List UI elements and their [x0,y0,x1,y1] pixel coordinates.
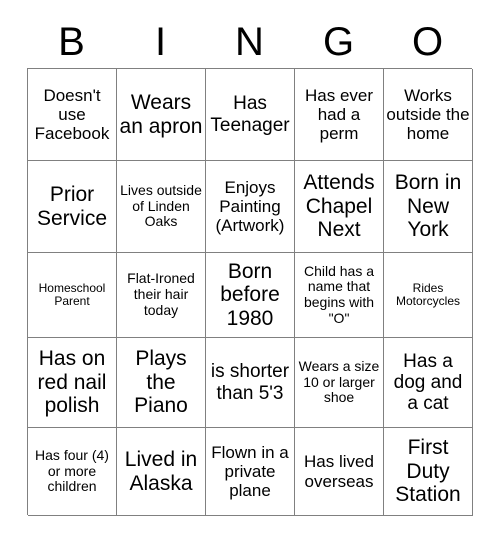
bingo-cell-r4c2[interactable]: Plays the Piano [117,338,206,428]
bingo-cell-label: Has on red nail polish [37,347,107,418]
bingo-cell-label: First Duty Station [395,436,461,507]
bingo-cell-r1c4[interactable]: Has ever had a perm [295,69,384,161]
bingo-cell-r2c3[interactable]: Enjoys Painting (Artwork) [206,161,295,253]
bingo-header-row: B I N G O [27,16,472,68]
bingo-cell-label: Lived in Alaska [124,447,198,495]
bingo-header-letter-i: I [154,20,167,64]
bingo-cell-r1c5[interactable]: Works outside the home [384,69,473,161]
bingo-cell-label: Has four (4) or more children [35,446,109,495]
bingo-cell-label: Works outside the home [386,85,470,144]
bingo-cell-label: Wears an apron [119,90,203,138]
bingo-header-letter-g: G [322,20,355,64]
bingo-cell-r1c3[interactable]: Has Teenager [206,69,295,161]
bingo-cell-label: Born in New York [394,171,462,242]
bingo-grid: Doesn't use Facebook Wears an apron Has Te… [27,68,473,516]
bingo-cell-r2c1[interactable]: Prior Service [28,161,117,253]
bingo-cell-r5c5[interactable]: First Duty Station [384,428,473,516]
bingo-header-letter-b: B [58,20,85,64]
bingo-cell-label: Enjoys Painting (Artwork) [215,177,285,236]
bingo-cell-r5c3[interactable]: Flown in a private plane [206,428,295,516]
bingo-cell-r3c3[interactable]: Born before 1980 [206,253,295,338]
bingo-cell-r3c2[interactable]: Flat-Ironed their hair today [117,253,206,338]
bingo-header-letter-o: O [411,20,444,64]
bingo-cell-label: Wears a size 10 or larger shoe [298,357,380,406]
bingo-cell-label: is shorter than 5'3 [210,361,290,404]
bingo-cell-r2c5[interactable]: Born in New York [384,161,473,253]
bingo-cell-r3c4[interactable]: Child has a name that begins with "O" [295,253,384,338]
bingo-cell-label: Prior Service [36,182,108,230]
bingo-cell-label: Flown in a private plane [211,442,289,501]
bingo-cell-label: Homeschool Parent [38,280,106,308]
bingo-cell-label: Has a dog and a cat [393,350,463,415]
bingo-cell-r1c1[interactable]: Doesn't use Facebook [28,69,117,161]
bingo-cell-label: Born before 1980 [220,259,280,330]
bingo-cell-label: Attends Chapel Next [303,171,375,242]
bingo-cell-r4c4[interactable]: Wears a size 10 or larger shoe [295,338,384,428]
bingo-cell-label: Plays the Piano [134,347,188,418]
bingo-cell-label: Rides Motorcycles [395,280,460,308]
bingo-cell-label: Flat-Ironed their hair today [127,270,195,318]
bingo-cell-r2c4[interactable]: Attends Chapel Next [295,161,384,253]
bingo-cell-r2c2[interactable]: Lives outside of Linden Oaks [117,161,206,253]
bingo-cell-r4c1[interactable]: Has on red nail polish [28,338,117,428]
bingo-cell-r5c1[interactable]: Has four (4) or more children [28,428,117,516]
bingo-cell-label: Has ever had a perm [304,85,374,144]
bingo-cell-label: Doesn't use Facebook [34,85,110,144]
bingo-cell-r4c5[interactable]: Has a dog and a cat [384,338,473,428]
bingo-card: B I N G O Doesn't use Facebook Wears an a… [0,0,500,544]
bingo-cell-r5c2[interactable]: Lived in Alaska [117,428,206,516]
bingo-cell-r4c3[interactable]: is shorter than 5'3 [206,338,295,428]
bingo-cell-r3c1[interactable]: Homeschool Parent [28,253,117,338]
bingo-cell-label: Child has a name that begins with "O" [303,262,375,326]
bingo-header-letter-n: N [235,20,264,64]
bingo-cell-label: Lives outside of Linden Oaks [120,181,202,230]
bingo-cell-label: Has lived overseas [304,452,374,491]
bingo-cell-r3c5[interactable]: Rides Motorcycles [384,253,473,338]
bingo-cell-r5c4[interactable]: Has lived overseas [295,428,384,516]
bingo-cell-r1c2[interactable]: Wears an apron [117,69,206,161]
bingo-cell-label: Has Teenager [210,93,290,136]
